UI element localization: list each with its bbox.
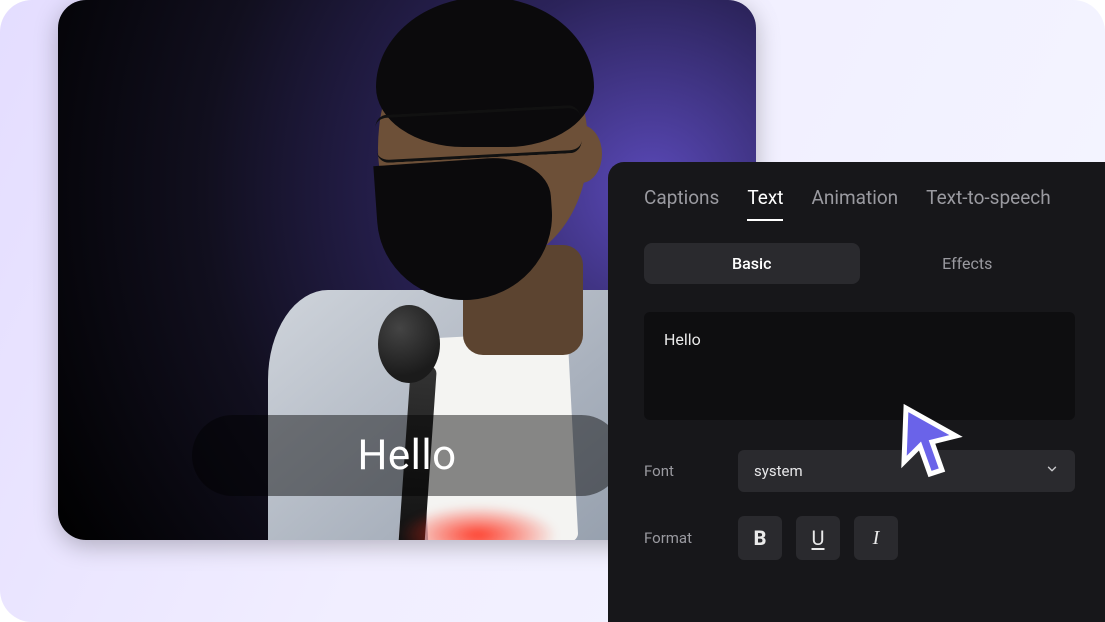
font-selected-value: system	[754, 462, 803, 480]
stage: Hello Captions Text Animation Text-to-sp…	[0, 0, 1105, 622]
italic-button[interactable]: I	[854, 516, 898, 560]
format-label: Format	[644, 529, 708, 547]
secondary-tabs: Basic Effects	[644, 243, 1075, 284]
format-row: Format B U I	[644, 516, 1075, 560]
tab-effects[interactable]: Effects	[860, 243, 1076, 284]
primary-tabs: Captions Text Animation Text-to-speech	[644, 186, 1075, 221]
tab-captions[interactable]: Captions	[644, 186, 719, 221]
text-input[interactable]	[644, 312, 1075, 420]
tab-basic[interactable]: Basic	[644, 243, 860, 284]
caption-overlay: Hello	[192, 415, 622, 496]
underline-button[interactable]: U	[796, 516, 840, 560]
caption-text: Hello	[357, 431, 456, 480]
tab-text-to-speech[interactable]: Text-to-speech	[926, 186, 1051, 221]
tab-animation[interactable]: Animation	[811, 186, 898, 221]
tab-text[interactable]: Text	[747, 186, 783, 221]
chevron-down-icon	[1045, 462, 1059, 480]
font-row: Font system	[644, 450, 1075, 492]
text-panel: Captions Text Animation Text-to-speech B…	[608, 162, 1105, 622]
font-label: Font	[644, 462, 708, 480]
format-buttons: B U I	[738, 516, 898, 560]
font-select[interactable]: system	[738, 450, 1075, 492]
bold-button[interactable]: B	[738, 516, 782, 560]
